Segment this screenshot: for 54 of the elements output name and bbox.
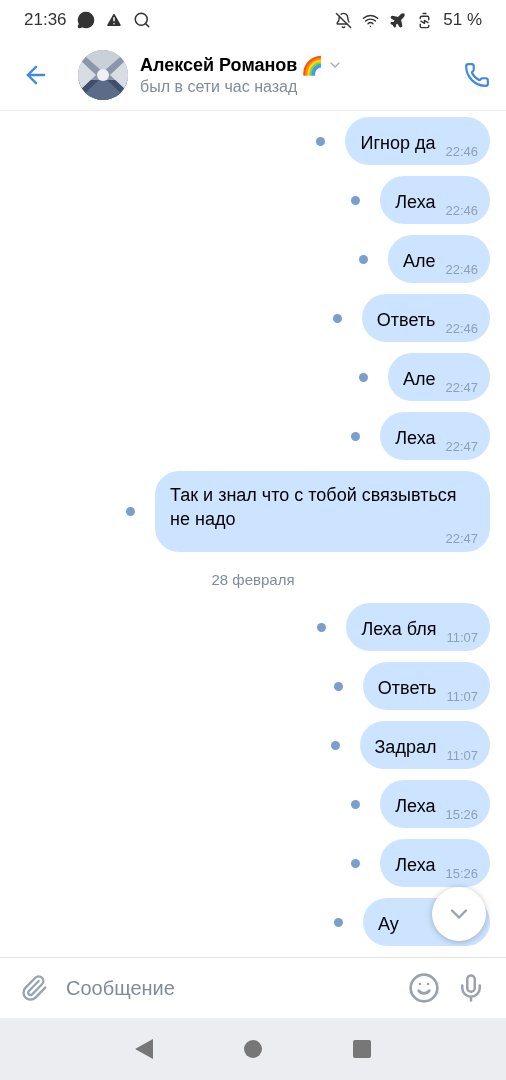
chat-bubble-icon: [76, 11, 95, 29]
message-time: 22:46: [445, 321, 478, 336]
message-time: 15:26: [445, 866, 478, 881]
smile-icon[interactable]: [408, 972, 440, 1004]
message-bubble[interactable]: Леха бля 11:07: [346, 603, 490, 651]
message-text: Ответь: [377, 677, 437, 700]
message-text: Леха: [395, 854, 436, 877]
warning-icon: [104, 11, 123, 29]
paperclip-icon[interactable]: [20, 974, 48, 1002]
search-icon: [132, 11, 151, 29]
message-text: Леха: [395, 795, 436, 818]
message-text: Леха бля: [361, 618, 437, 641]
date-separator: 28 февраля: [210, 570, 296, 590]
message-text: Леха: [395, 191, 436, 214]
message-time: 11:07: [446, 630, 478, 645]
message-time: 22:46: [445, 144, 478, 159]
message-time: 11:07: [446, 748, 478, 763]
message-time: 11:07: [446, 689, 478, 704]
message-time: 22:46: [445, 262, 478, 277]
message-time: 22:47: [445, 380, 478, 395]
clock-time: 21:36: [24, 10, 67, 30]
message-bubble[interactable]: Леха 15:26: [380, 780, 490, 828]
airplane-icon: [389, 11, 407, 29]
contact-name: Алексей Романов: [140, 54, 298, 76]
message-text: Ау: [378, 913, 399, 936]
message-time: 22:47: [445, 531, 478, 546]
message-text: Але: [402, 250, 436, 273]
message-bubble[interactable]: Игнор да 22:46: [345, 117, 490, 165]
message-bubble[interactable]: Ответь 11:07: [362, 662, 490, 710]
back-triangle-icon[interactable]: [135, 1039, 154, 1059]
message-text: Але: [402, 368, 436, 391]
message-bubble[interactable]: Ответь 22:46: [361, 294, 490, 342]
message-text: Ответь: [376, 309, 436, 332]
rainbow-emoji: 🌈: [301, 54, 324, 76]
message-text: Леха: [395, 427, 436, 450]
bell-off-icon: [335, 11, 353, 29]
last-seen-status: был в сети час назад: [140, 77, 299, 96]
message-bubble[interactable]: Леха 22:46: [380, 176, 490, 224]
message-bubble[interactable]: Леха 22:47: [380, 412, 490, 460]
message-time: 22:47: [445, 439, 478, 454]
message-text: Задрал: [374, 736, 437, 759]
message-bubble[interactable]: Але 22:47: [387, 353, 490, 401]
home-circle-icon[interactable]: [244, 1040, 262, 1058]
message-bubble[interactable]: Леха 15:26: [380, 839, 490, 887]
message-text: Игнор да: [360, 132, 436, 155]
message-text: Так и знал что с тобой связывться не надо: [170, 484, 458, 531]
call-button[interactable]: [464, 62, 490, 88]
message-bubble[interactable]: Так и знал что с тобой связывться не надо 22:47: [155, 471, 490, 552]
message-time: 15:26: [445, 807, 478, 822]
recents-square-icon[interactable]: [352, 1040, 371, 1058]
message-time: 22:46: [445, 203, 478, 218]
message-bubble[interactable]: Задрал 11:07: [359, 721, 490, 769]
battery-percent: 51 %: [443, 10, 482, 30]
message-bubble[interactable]: Але 22:46: [387, 235, 490, 283]
